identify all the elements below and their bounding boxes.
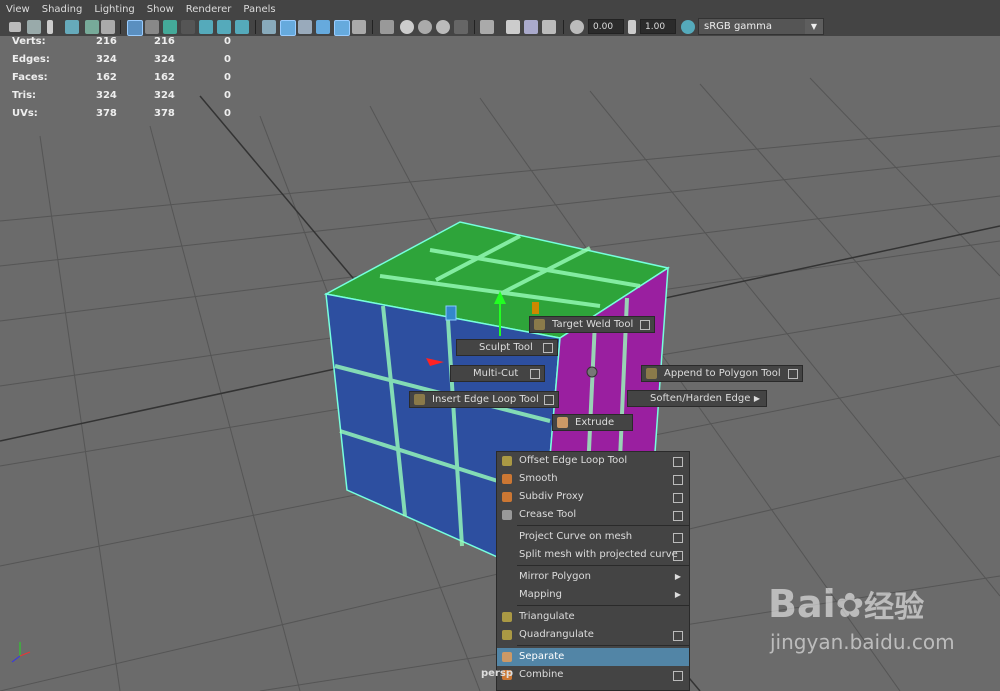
watermark-brand: Bai <box>768 582 836 626</box>
mm-multi-cut[interactable]: Multi-Cut <box>450 365 545 382</box>
color-space-dropdown[interactable]: sRGB gamma ▼ <box>698 18 824 35</box>
crease-tool-icon <box>502 510 512 520</box>
smooth-icon <box>502 474 512 484</box>
submenu-arrow-icon: ▶ <box>674 590 681 599</box>
resolution-gate-icon[interactable] <box>163 20 177 34</box>
subdiv-proxy-icon <box>502 492 512 502</box>
append-polygon-icon <box>646 368 657 379</box>
use-all-lights-icon[interactable] <box>334 20 350 36</box>
film-gate-icon[interactable] <box>145 20 159 34</box>
option-box-icon[interactable] <box>673 533 683 543</box>
option-box-icon[interactable] <box>673 551 683 561</box>
option-box-icon[interactable] <box>530 369 540 379</box>
extrude-icon <box>557 417 568 428</box>
menu-item-mapping[interactable]: Mapping ▶ <box>497 586 689 604</box>
multisample-aa-icon[interactable] <box>418 20 432 34</box>
option-box-icon[interactable] <box>673 475 683 485</box>
camera-attributes-icon[interactable] <box>27 20 41 34</box>
option-box-icon[interactable] <box>673 493 683 503</box>
mm-extrude[interactable]: Extrude <box>552 414 633 431</box>
grease-pencil-icon[interactable] <box>101 20 115 34</box>
option-box-icon[interactable] <box>543 343 553 353</box>
menu-item-subdiv-proxy[interactable]: Subdiv Proxy <box>497 488 689 506</box>
watermark-brand2: 经验 <box>864 590 925 625</box>
watermark: Bai✿经验 jingyan.baidu.com <box>768 582 955 654</box>
submenu-arrow-icon: ▶ <box>753 394 760 403</box>
mm-sculpt-tool[interactable]: Sculpt Tool <box>456 339 558 356</box>
smooth-shade-icon[interactable] <box>280 20 296 36</box>
xray-joints-icon[interactable] <box>524 20 538 34</box>
gate-mask-icon[interactable] <box>181 20 195 34</box>
motion-blur-icon[interactable] <box>400 20 414 34</box>
camera-icon[interactable] <box>9 22 21 32</box>
color-management-icon[interactable] <box>681 20 695 34</box>
menu-item-crease-tool[interactable]: Crease Tool <box>497 506 689 524</box>
target-weld-icon <box>534 319 545 330</box>
menu-item-smooth[interactable]: Smooth <box>497 470 689 488</box>
menu-renderer[interactable]: Renderer <box>180 4 238 15</box>
menu-panels[interactable]: Panels <box>237 4 281 15</box>
menu-item-combine[interactable]: Combine <box>497 666 689 684</box>
option-box-icon[interactable] <box>673 511 683 521</box>
menu-shading[interactable]: Shading <box>36 4 89 15</box>
camera-name-label: persp <box>481 668 513 679</box>
isolate-select-icon[interactable] <box>454 20 468 34</box>
wireframe-icon[interactable] <box>262 20 276 34</box>
mm-soften-harden-edge[interactable]: Soften/Harden Edge ▶ <box>627 390 767 407</box>
insert-edge-loop-icon <box>414 394 425 405</box>
option-box-icon[interactable] <box>673 631 683 641</box>
option-box-icon[interactable] <box>788 369 798 379</box>
chevron-down-icon: ▼ <box>805 19 823 34</box>
bookmark-icon[interactable] <box>47 20 53 34</box>
textured-icon[interactable] <box>316 20 330 34</box>
exposure-field[interactable]: 0.00 <box>588 19 624 34</box>
polygon-context-menu: Offset Edge Loop Tool Smooth Subdiv Prox… <box>496 451 690 691</box>
menu-item-triangulate[interactable]: Triangulate <box>497 608 689 626</box>
watermark-url: jingyan.baidu.com <box>770 630 955 654</box>
triangulate-icon <box>502 612 512 622</box>
grid-icon[interactable] <box>127 20 143 36</box>
quadrangulate-icon <box>502 630 512 640</box>
field-chart-icon[interactable] <box>199 20 213 34</box>
depth-of-field-icon[interactable] <box>436 20 450 34</box>
paw-icon: ✿ <box>835 586 865 626</box>
menu-lighting[interactable]: Lighting <box>88 4 140 15</box>
menu-show[interactable]: Show <box>141 4 180 15</box>
mm-append-to-polygon-tool[interactable]: Append to Polygon Tool <box>641 365 803 382</box>
menu-item-separate[interactable]: Separate <box>497 648 689 666</box>
option-box-icon[interactable] <box>640 320 650 330</box>
option-box-icon[interactable] <box>673 457 683 467</box>
safe-title-icon[interactable] <box>235 20 249 34</box>
gamma-icon[interactable] <box>628 20 636 34</box>
mm-insert-edge-loop-tool[interactable]: Insert Edge Loop Tool <box>409 391 559 408</box>
gamma-field[interactable]: 1.00 <box>640 19 676 34</box>
xray-active-components-icon[interactable] <box>506 20 520 34</box>
shadows-icon[interactable] <box>352 20 366 34</box>
menu-view[interactable]: View <box>0 4 36 15</box>
color-space-value: sRGB gamma <box>704 21 773 32</box>
mm-target-weld-tool[interactable]: Target Weld Tool <box>529 316 655 333</box>
exposure-icon[interactable] <box>570 20 584 34</box>
backface-culling-icon[interactable] <box>542 20 556 34</box>
separate-icon <box>502 652 512 662</box>
option-box-icon[interactable] <box>544 395 554 405</box>
panel-toolbar: 0.00 1.00 <box>0 18 1000 37</box>
image-plane-icon[interactable] <box>65 20 79 34</box>
option-box-icon[interactable] <box>673 671 683 681</box>
panel-menubar: View Shading Lighting Show Renderer Pane… <box>0 0 1000 18</box>
xray-icon[interactable] <box>480 20 494 34</box>
submenu-arrow-icon: ▶ <box>674 572 681 581</box>
menu-item-offset-edge-loop[interactable]: Offset Edge Loop Tool <box>497 452 689 470</box>
screen-space-ao-icon[interactable] <box>380 20 394 34</box>
two-d-pan-icon[interactable] <box>85 20 99 34</box>
menu-item-mirror-polygon[interactable]: Mirror Polygon ▶ <box>497 568 689 586</box>
wireframe-on-shaded-icon[interactable] <box>298 20 312 34</box>
safe-action-icon[interactable] <box>217 20 231 34</box>
menu-item-split-mesh[interactable]: Split mesh with projected curve <box>497 546 689 564</box>
menu-item-project-curve[interactable]: Project Curve on mesh <box>497 528 689 546</box>
offset-edge-loop-icon <box>502 456 512 466</box>
menu-item-quadrangulate[interactable]: Quadrangulate <box>497 626 689 644</box>
